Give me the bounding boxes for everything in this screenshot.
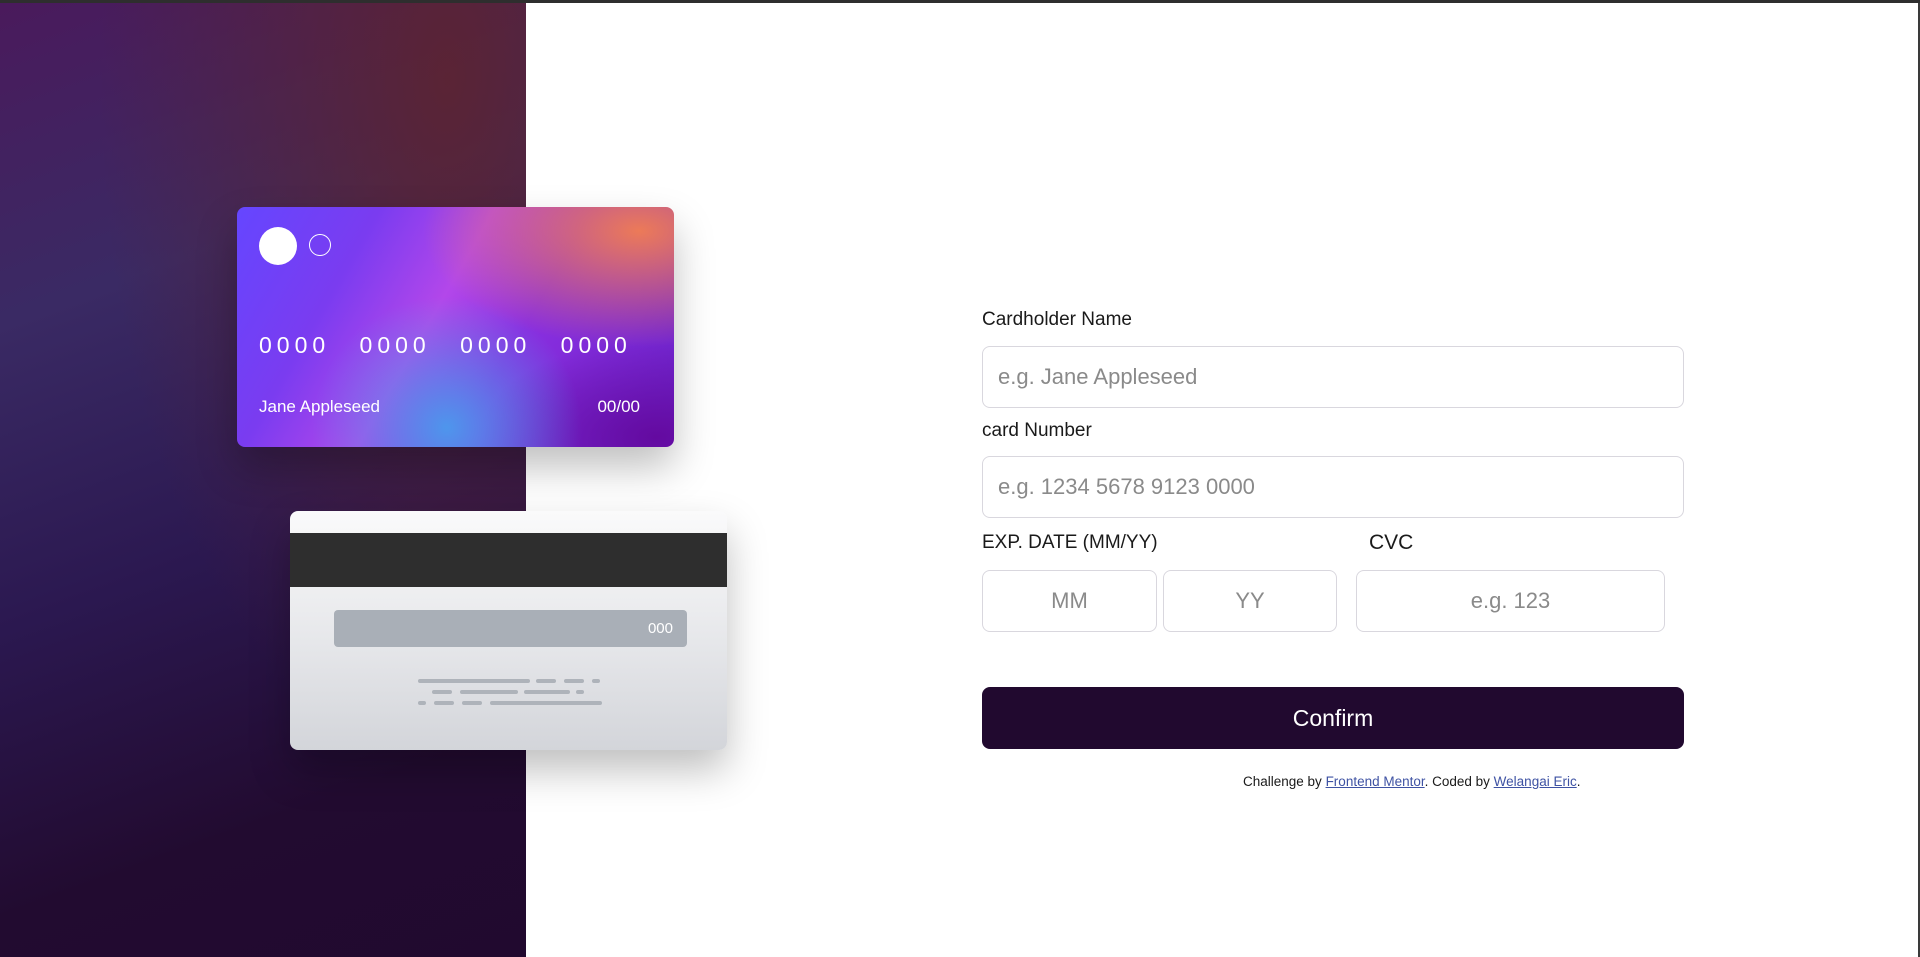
attribution-middle: . Coded by [1424,774,1494,789]
exp-month-input[interactable] [982,570,1157,632]
attribution: Challenge by Frontend Mentor. Coded by W… [1243,774,1580,789]
attribution-prefix: Challenge by [1243,774,1326,789]
exp-year-input[interactable] [1163,570,1337,632]
attribution-suffix: . [1576,774,1581,789]
cvc-label: CVC [1369,531,1414,554]
card-front: 0000 0000 0000 0000 Jane Appleseed 00/00 [237,207,674,447]
cardholder-name-input[interactable] [982,346,1684,408]
card-number-input[interactable] [982,456,1684,518]
cardholder-name-label: Cardholder Name [982,309,1132,330]
cvc-input[interactable] [1356,570,1665,632]
exp-date-label: EXP. DATE (MM/YY) [982,532,1158,553]
card-logo-filled-circle-icon [259,227,297,265]
card-logo-outline-circle-icon [309,234,331,256]
magnetic-stripe [290,533,727,587]
card-number-display: 0000 0000 0000 0000 [259,332,632,358]
card-holder-display: Jane Appleseed [259,397,380,416]
card-back: 000 [290,511,727,750]
card-cvc-display: 000 [647,620,673,637]
confirm-button[interactable]: Confirm [982,687,1684,749]
signature-strip: 000 [334,610,687,647]
card-number-label: card Number [982,420,1092,441]
decorative-side-panel [0,3,526,957]
author-link[interactable]: Welangai Eric [1494,774,1577,789]
frontend-mentor-link[interactable]: Frontend Mentor [1326,774,1425,789]
card-expiry-display: 00/00 [597,397,640,416]
